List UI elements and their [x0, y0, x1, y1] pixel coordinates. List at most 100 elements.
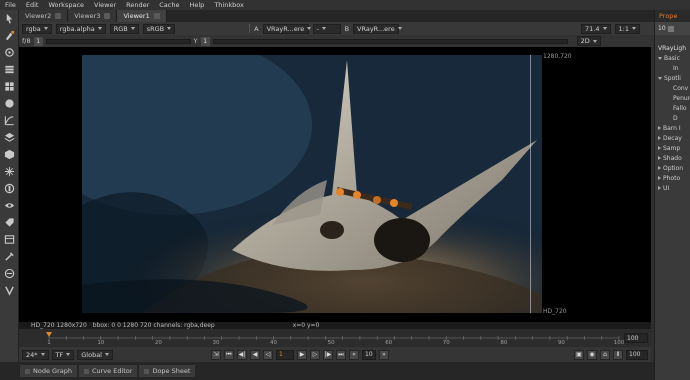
tf-dropdown[interactable]: TF — [51, 349, 75, 360]
channel-icon[interactable] — [0, 231, 19, 248]
colorspace-dropdown[interactable]: RGB — [109, 23, 139, 34]
particle-icon[interactable] — [0, 163, 19, 180]
timeline[interactable]: 1 10 20 30 40 50 60 70 80 90 100 100 — [19, 329, 651, 347]
property-item[interactable]: Samp — [655, 143, 690, 153]
chevron-right-icon[interactable] — [658, 156, 661, 160]
property-item[interactable]: Barn I — [655, 123, 690, 133]
lock-icon[interactable]: ⌂ — [600, 349, 610, 360]
chevron-right-icon[interactable] — [658, 136, 661, 140]
layers-icon[interactable] — [0, 61, 19, 78]
timeline-end-field[interactable]: 100 — [624, 333, 648, 343]
property-item[interactable]: Decay — [655, 133, 690, 143]
stack-icon[interactable] — [0, 129, 19, 146]
gain-field[interactable]: 1 — [33, 36, 43, 46]
prev-key-icon[interactable]: ◀| — [237, 349, 247, 360]
next-key-icon[interactable]: |▶ — [323, 349, 333, 360]
last-frame-icon[interactable]: ⏭ — [336, 349, 346, 360]
property-item[interactable]: Photo — [655, 173, 690, 183]
lock-icon[interactable] — [667, 25, 674, 32]
frame-field[interactable]: 1 — [276, 349, 294, 360]
scope-dropdown[interactable]: Global — [77, 349, 113, 360]
render-icon[interactable]: ◉ — [587, 349, 597, 360]
fps-dropdown[interactable]: 24* — [22, 349, 49, 360]
chevron-right-icon[interactable] — [658, 166, 661, 170]
first-frame-icon[interactable]: ⏮ — [224, 349, 234, 360]
menu-item-render[interactable]: Render — [121, 1, 154, 9]
pointer-icon[interactable] — [0, 10, 19, 27]
draw-icon[interactable] — [0, 44, 19, 61]
close-icon[interactable] — [153, 13, 160, 19]
grid-icon[interactable] — [0, 78, 19, 95]
vray-icon[interactable] — [0, 282, 19, 299]
step-forward-icon[interactable]: ▷ — [310, 349, 320, 360]
menu-item-cache[interactable]: Cache — [154, 1, 184, 9]
tab-viewer1[interactable]: Viewer1 — [117, 10, 167, 22]
property-item[interactable]: Shado — [655, 153, 690, 163]
chevron-down-icon[interactable] — [658, 56, 662, 60]
chevron-right-icon[interactable] — [658, 186, 661, 190]
play-back-icon[interactable]: ◁ — [263, 349, 273, 360]
deep-icon[interactable] — [0, 180, 19, 197]
property-item[interactable]: Basic — [655, 53, 690, 63]
gamma-slider[interactable] — [212, 38, 568, 44]
pause-render-icon[interactable]: Ⅱ — [613, 349, 623, 360]
ratio-dropdown[interactable]: 1:1 — [614, 23, 640, 34]
tab-viewer3[interactable]: Viewer3 — [68, 10, 118, 22]
close-icon[interactable] — [144, 368, 150, 374]
increment-field[interactable]: 10 — [362, 349, 376, 360]
flipbook-icon[interactable]: ▣ — [574, 349, 584, 360]
input-a-dropdown[interactable]: VRayR...ere — [262, 23, 312, 34]
chevron-right-icon[interactable] — [658, 126, 661, 130]
chevron-right-icon[interactable] — [658, 176, 661, 180]
menu-item-file[interactable]: File — [0, 1, 21, 9]
end-frame-field[interactable]: 100 — [626, 349, 648, 360]
curve-icon[interactable] — [0, 112, 19, 129]
menu-item-viewer[interactable]: Viewer — [89, 1, 121, 9]
close-icon[interactable] — [104, 13, 111, 19]
tab-viewer2[interactable]: Viewer2 — [19, 10, 69, 22]
max-panels-field[interactable]: 10 — [658, 25, 666, 32]
play-icon[interactable]: ▶ — [297, 349, 307, 360]
chevron-down-icon[interactable] — [658, 76, 662, 80]
menu-item-thinkbox[interactable]: Thinkbox — [209, 1, 249, 9]
tab-curve-editor[interactable]: Curve Editor — [78, 365, 138, 377]
close-icon[interactable] — [25, 368, 30, 374]
paint-icon[interactable] — [0, 27, 19, 44]
eye-icon[interactable] — [0, 197, 19, 214]
wipe-line[interactable] — [530, 55, 531, 313]
property-item[interactable]: Option — [655, 163, 690, 173]
range-icon[interactable]: ⇲ — [211, 349, 221, 360]
fstop-label[interactable]: f/8 — [22, 37, 31, 45]
viewer-canvas[interactable]: 1280,720 HD_720 — [19, 47, 651, 322]
channels-dropdown[interactable]: rgba — [22, 23, 52, 34]
compare-dropdown[interactable]: - — [312, 23, 341, 34]
view-mode-dropdown[interactable]: 2D — [576, 36, 601, 46]
menu-item-edit[interactable]: Edit — [21, 1, 44, 9]
chevron-right-icon[interactable] — [658, 146, 661, 150]
properties-header[interactable]: Prope — [655, 10, 690, 22]
menu-item-help[interactable]: Help — [184, 1, 209, 9]
tab-node-graph[interactable]: Node Graph — [20, 365, 77, 377]
chevron-down-icon — [130, 27, 135, 30]
playhead-icon[interactable] — [46, 332, 52, 337]
zoom-dropdown[interactable]: 71.4 — [581, 23, 611, 34]
close-icon[interactable] — [83, 368, 89, 374]
step-back-icon[interactable]: ◀ — [250, 349, 260, 360]
toolset-icon[interactable] — [0, 248, 19, 265]
tab-dope-sheet[interactable]: Dope Sheet — [139, 365, 196, 377]
cube-icon[interactable] — [0, 146, 19, 163]
gain-slider[interactable] — [45, 38, 191, 44]
menu-item-workspace[interactable]: Workspace — [43, 1, 89, 9]
skip-back-icon[interactable]: « — [349, 349, 359, 360]
input-b-dropdown[interactable]: VRayR...ere — [353, 23, 402, 34]
other-icon[interactable] — [0, 265, 19, 282]
property-item[interactable]: Spotli — [655, 73, 690, 83]
lut-dropdown[interactable]: sRGB — [142, 23, 176, 34]
tag-icon[interactable] — [0, 214, 19, 231]
property-item[interactable]: UI — [655, 183, 690, 193]
alpha-dropdown[interactable]: rgba.alpha — [55, 23, 106, 34]
skip-forward-icon[interactable]: » — [379, 349, 389, 360]
close-icon[interactable] — [55, 13, 62, 19]
gamma-field[interactable]: 1 — [200, 36, 210, 46]
sphere-icon[interactable] — [0, 95, 19, 112]
